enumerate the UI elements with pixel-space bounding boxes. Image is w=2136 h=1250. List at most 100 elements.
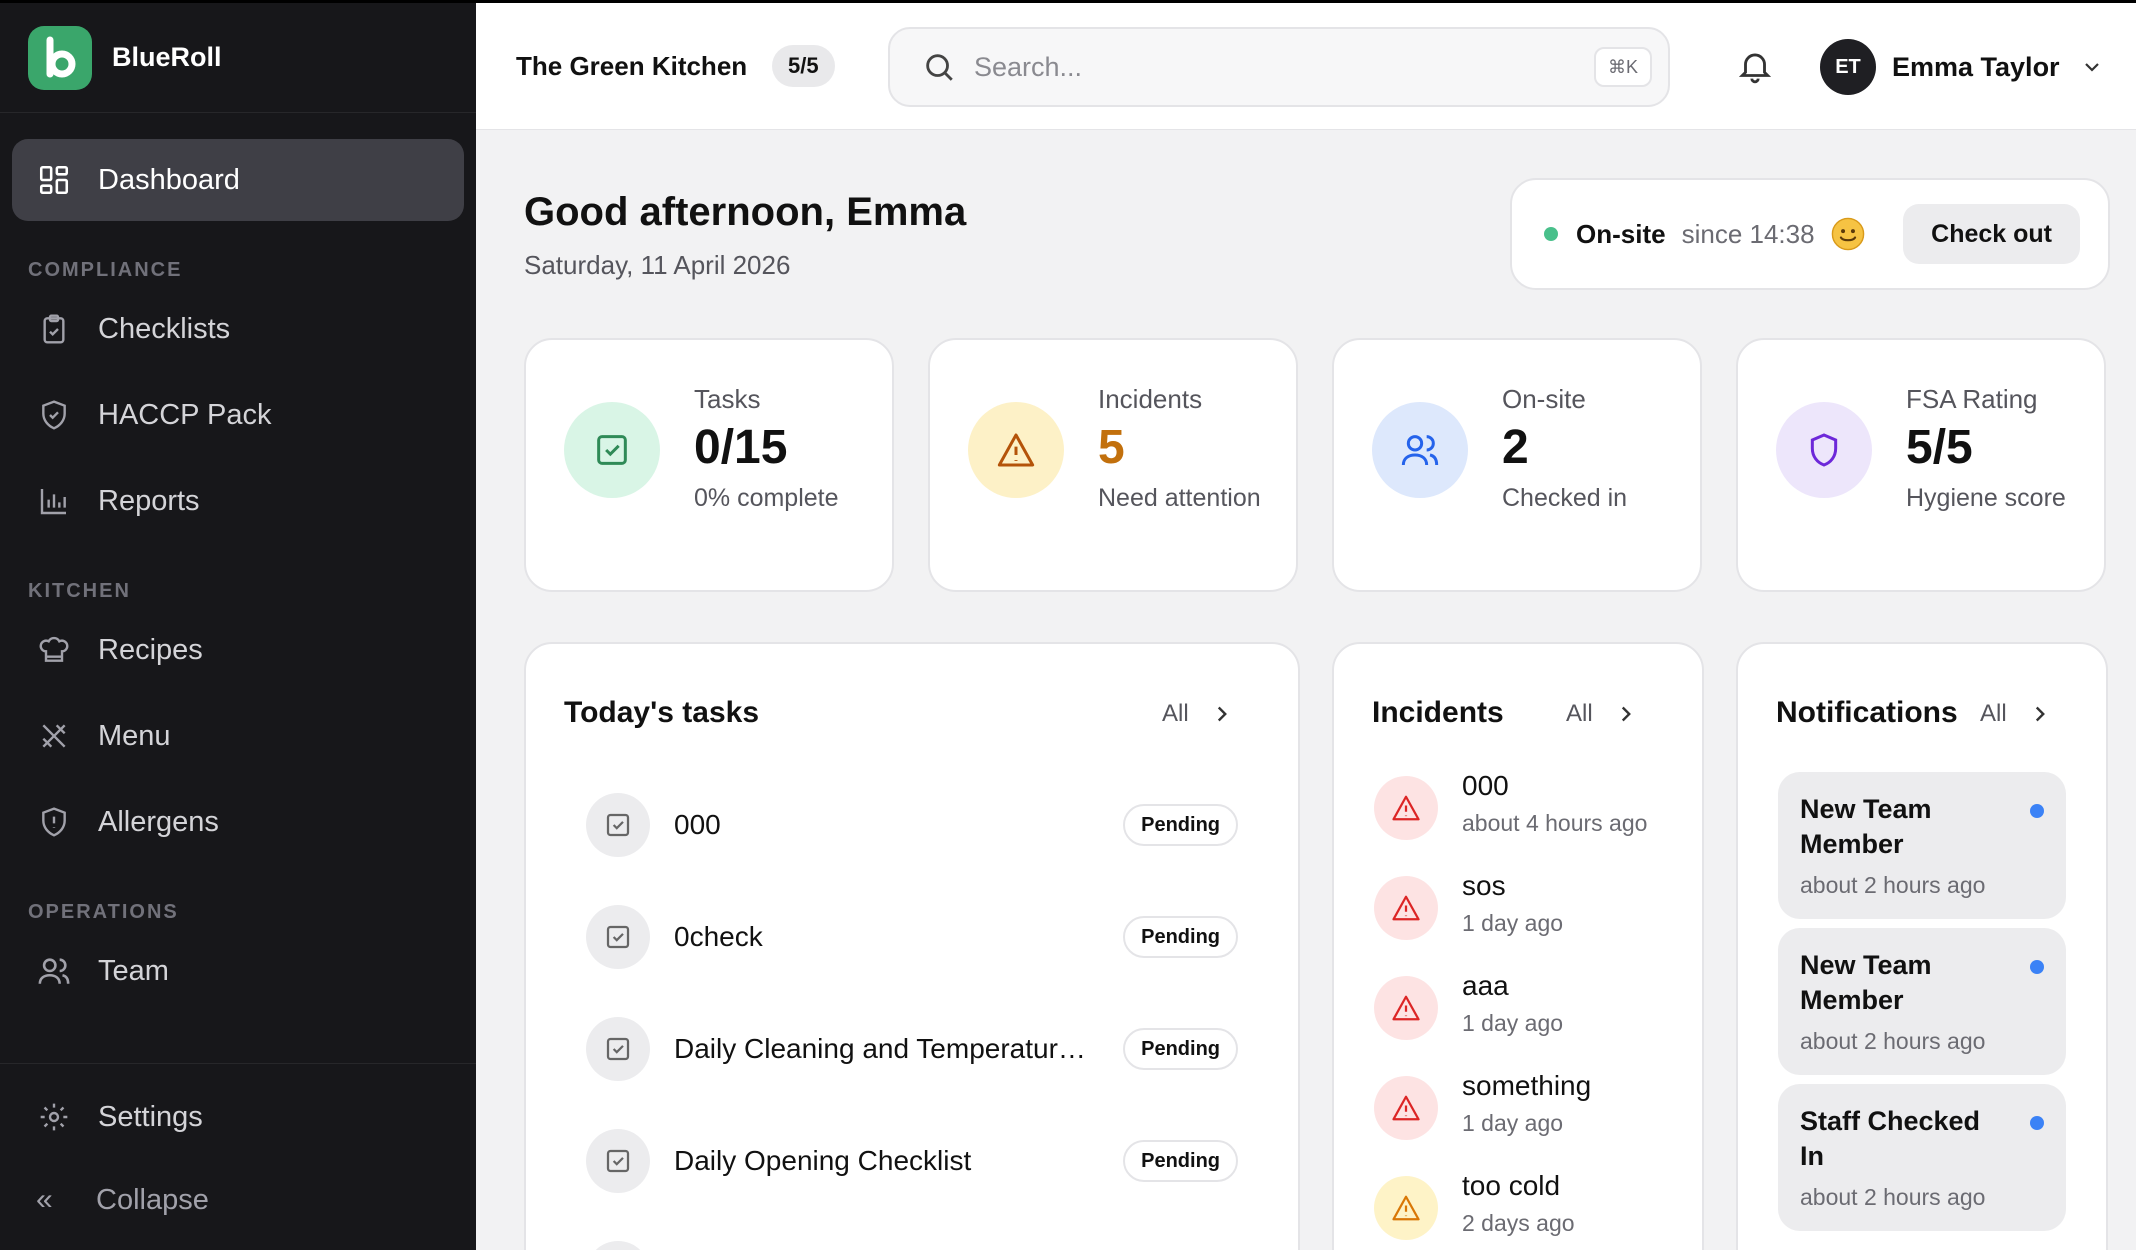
- view-all-incidents-link[interactable]: All: [1566, 700, 1639, 728]
- incident-item[interactable]: sos 1 day ago: [1374, 870, 1563, 960]
- collapse-button[interactable]: « Collapse: [12, 1158, 464, 1242]
- status-badge: Pending: [1123, 1028, 1238, 1070]
- gear-icon: [36, 1099, 72, 1135]
- sidebar-item-haccp-pack[interactable]: HACCP Pack: [12, 374, 464, 456]
- incident-item[interactable]: 000 about 4 hours ago: [1374, 770, 1647, 860]
- task-row[interactable]: [586, 1238, 1238, 1250]
- sidebar-item-label: Menu: [98, 719, 171, 752]
- notification-title: New Team Member: [1800, 950, 1932, 1016]
- sidebar: BlueRoll Dashboard COMPLIANCE Checklists…: [0, 0, 476, 1250]
- stat-card-fsa-rating[interactable]: FSA Rating 5/5 Hygiene score: [1736, 338, 2106, 592]
- notification-time: about 2 hours ago: [1800, 1028, 1986, 1055]
- unread-dot: [2030, 960, 2044, 974]
- task-row[interactable]: Daily Opening Checklist Pending: [586, 1126, 1238, 1196]
- unread-dot: [2030, 1116, 2044, 1130]
- notifications-bell-icon[interactable]: [1736, 47, 1776, 87]
- stat-value: 2: [1502, 421, 1529, 474]
- collapse-label: Collapse: [96, 1183, 209, 1216]
- chef-hat-icon: [36, 632, 72, 668]
- sidebar-item-recipes[interactable]: Recipes: [12, 609, 464, 691]
- sidebar-item-label: HACCP Pack: [98, 398, 272, 431]
- incident-item[interactable]: aaa 1 day ago: [1374, 970, 1563, 1060]
- brand[interactable]: BlueRoll: [0, 3, 476, 113]
- task-row[interactable]: 000 Pending: [586, 790, 1238, 860]
- notification-title: Staff Checked In: [1800, 1106, 1981, 1172]
- task-row[interactable]: 0check Pending: [586, 902, 1238, 972]
- status-badge: Pending: [1123, 804, 1238, 846]
- view-all-label: All: [1162, 700, 1189, 727]
- chevrons-left-icon: «: [36, 1183, 53, 1216]
- warning-icon: [1374, 1176, 1438, 1240]
- notification-time: about 2 hours ago: [1800, 1184, 1986, 1211]
- checkbox-icon: [586, 1241, 650, 1250]
- sidebar-item-team[interactable]: Team: [12, 930, 464, 1012]
- stat-subtext: Hygiene score: [1906, 484, 2066, 513]
- avatar: ET: [1820, 39, 1876, 95]
- brand-name: BlueRoll: [112, 42, 222, 72]
- org-name[interactable]: The Green Kitchen: [516, 51, 747, 82]
- incident-name: 000: [1462, 770, 1509, 801]
- view-all-notifications-link[interactable]: All: [1980, 700, 2053, 728]
- incident-item[interactable]: something 1 day ago: [1374, 1070, 1591, 1160]
- notification-item[interactable]: New Team Member about 2 hours ago: [1778, 772, 2066, 920]
- logo-b-icon: [46, 36, 76, 77]
- user-menu[interactable]: ET Emma Taylor: [1820, 39, 2104, 95]
- shield-alert-icon: [36, 804, 72, 840]
- users-icon: [36, 953, 72, 989]
- chevron-right-icon: [1613, 701, 1639, 727]
- notification-item[interactable]: Staff Checked In about 2 hours ago: [1778, 1084, 2066, 1232]
- brand-logo: [28, 25, 92, 90]
- stat-label: On-site: [1502, 384, 1586, 414]
- stat-card-on-site[interactable]: On-site 2 Checked in: [1332, 338, 1702, 592]
- checkbox-icon: [586, 905, 650, 969]
- panel-title: Today's tasks: [564, 696, 759, 729]
- nav-section-operations: OPERATIONS: [28, 901, 179, 923]
- sidebar-item-menu[interactable]: Menu: [12, 695, 464, 777]
- search-bar[interactable]: ⌘K: [888, 27, 1670, 107]
- user-name: Emma Taylor: [1892, 51, 2060, 82]
- search-shortcut-hint: ⌘K: [1593, 47, 1652, 87]
- task-name: 000: [674, 809, 721, 840]
- stat-label: Tasks: [694, 384, 761, 414]
- page-title: Good afternoon, Emma: [524, 190, 967, 234]
- sidebar-item-checklists[interactable]: Checklists: [12, 288, 464, 370]
- stat-value: 0/15: [694, 421, 788, 474]
- check-out-button[interactable]: Check out: [1903, 204, 2080, 264]
- incident-time: about 4 hours ago: [1462, 810, 1648, 836]
- incidents-panel: Incidents All 000 about 4 hours ago sos …: [1332, 642, 1704, 1250]
- stat-value: 5: [1098, 421, 1125, 474]
- incident-time: 2 days ago: [1462, 1210, 1575, 1236]
- warning-icon: [1374, 1076, 1438, 1140]
- stat-card-tasks[interactable]: Tasks 0/15 0% complete: [524, 338, 894, 592]
- view-all-tasks-link[interactable]: All: [1162, 700, 1235, 728]
- clipboard-check-icon: [564, 402, 660, 498]
- utensils-crossed-icon: [36, 718, 72, 754]
- todays-tasks-panel: Today's tasks All 000 Pending 0check Pen…: [524, 642, 1300, 1250]
- checkbox-icon: [586, 1129, 650, 1193]
- status-badge: Pending: [1123, 916, 1238, 958]
- sidebar-item-label: Checklists: [98, 312, 231, 345]
- dashboard-icon: [36, 162, 72, 198]
- view-all-label: All: [1980, 700, 2007, 727]
- task-name: 0check: [674, 921, 763, 952]
- incident-item[interactable]: too cold 2 days ago: [1374, 1170, 1575, 1250]
- stat-card-incidents[interactable]: Incidents 5 Need attention: [928, 338, 1298, 592]
- sidebar-item-reports[interactable]: Reports: [12, 460, 464, 542]
- panel-title: Incidents: [1372, 696, 1504, 729]
- incident-time: 1 day ago: [1462, 910, 1564, 936]
- nav-section-kitchen: KITCHEN: [28, 580, 131, 602]
- notification-item[interactable]: New Team Member about 2 hours ago: [1778, 928, 2066, 1076]
- stat-subtext: Checked in: [1502, 484, 1628, 513]
- task-row[interactable]: Daily Cleaning and Temperature Checks Pe…: [586, 1014, 1238, 1084]
- search-input[interactable]: [974, 51, 1534, 83]
- unread-dot: [2030, 804, 2044, 818]
- current-date: Saturday, 11 April 2026: [524, 250, 791, 280]
- sidebar-item-allergens[interactable]: Allergens: [12, 781, 464, 863]
- sidebar-item-settings[interactable]: Settings: [12, 1076, 464, 1158]
- sidebar-item-dashboard[interactable]: Dashboard: [12, 139, 464, 221]
- status-label: On-site: [1576, 218, 1666, 249]
- bar-chart-icon: [36, 483, 72, 519]
- chevron-right-icon: [2027, 701, 2053, 727]
- stat-label: FSA Rating: [1906, 384, 2038, 414]
- sidebar-item-label: Settings: [98, 1100, 203, 1133]
